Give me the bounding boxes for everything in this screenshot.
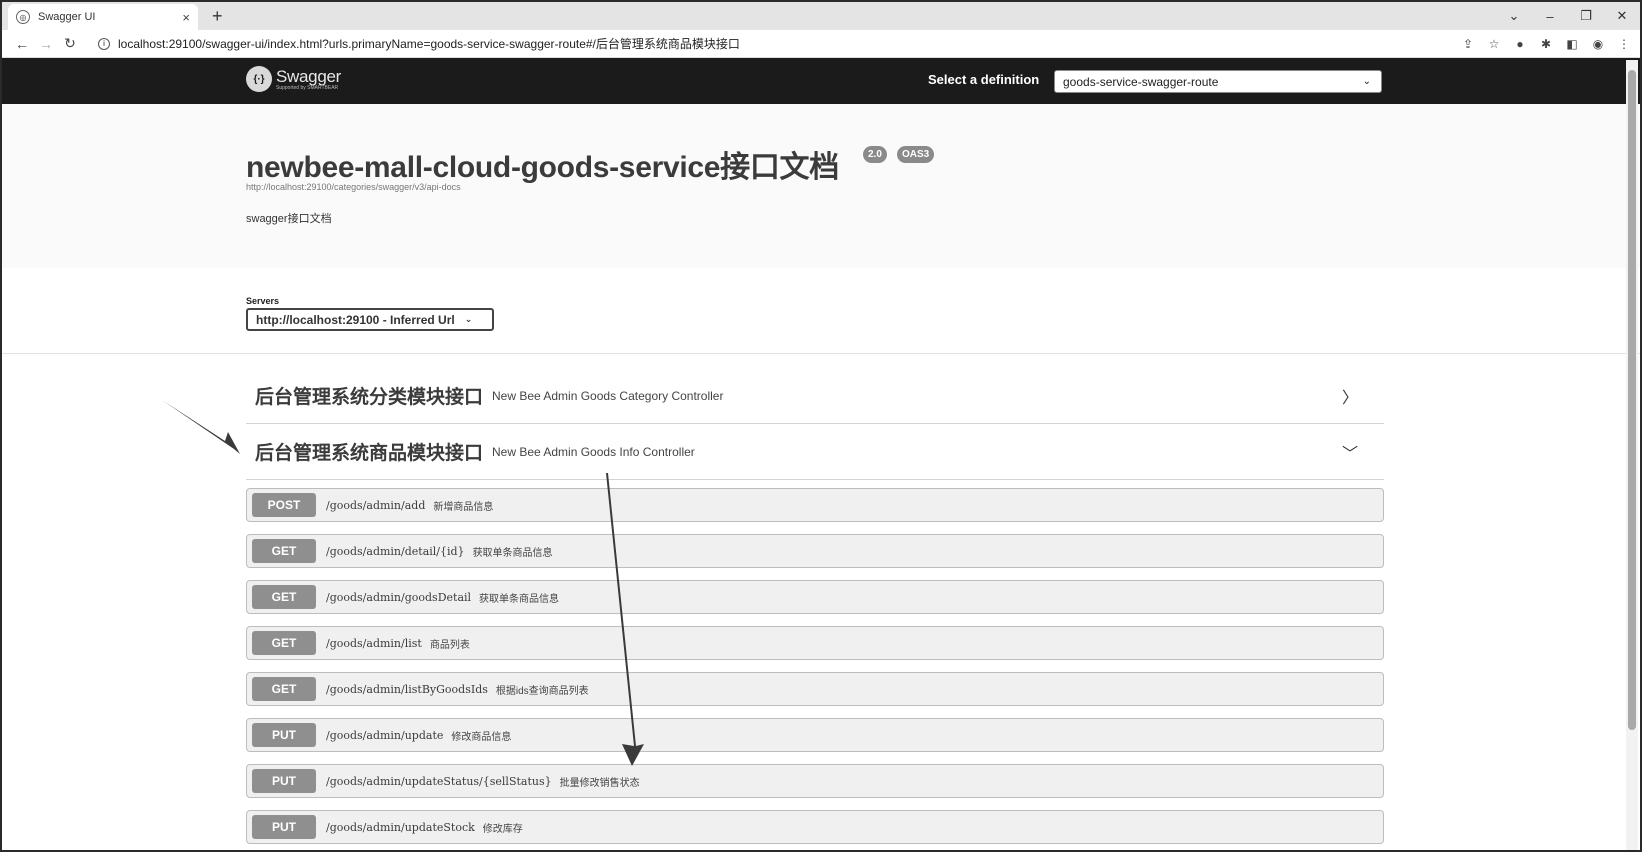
operation-row[interactable]: GET /goods/admin/goodsDetail 获取单条商品信息 xyxy=(246,580,1384,614)
operation-row[interactable]: GET /goods/admin/list 商品列表 xyxy=(246,626,1384,660)
method-badge: GET xyxy=(252,677,316,701)
operation-summary: 商品列表 xyxy=(429,639,470,651)
method-badge: PUT xyxy=(252,723,316,747)
operation-path: /goods/admin/goodsDetail xyxy=(326,590,472,604)
browser-toolbar: ← → ↻ i localhost:29100/swagger-ui/index… xyxy=(2,30,1640,58)
chevron-down-icon: ⌄ xyxy=(1362,76,1371,87)
definition-select-value: goods-service-swagger-route xyxy=(1063,74,1219,89)
tag-name: 后台管理系统分类模块接口 xyxy=(255,387,484,408)
window-controls: ⌄ – ❐ ✕ xyxy=(1496,2,1640,30)
tab-strip: ◎ Swagger UI × + ⌄ – ❐ ✕ xyxy=(2,2,1640,30)
chevron-down-icon[interactable]: ﹀ xyxy=(1342,440,1358,464)
operation-summary: 获取单条商品信息 xyxy=(479,593,560,605)
new-tab-button[interactable]: + xyxy=(212,6,223,27)
operation-summary: 获取单条商品信息 xyxy=(472,547,553,559)
version-badge: 2.0 xyxy=(863,146,887,163)
sidepanel-icon[interactable]: ◧ xyxy=(1564,37,1580,51)
swagger-logo-icon: {·} xyxy=(246,66,272,92)
operation-path: /goods/admin/listByGoodsIds xyxy=(326,682,488,696)
close-window-icon[interactable]: ✕ xyxy=(1604,2,1640,30)
definition-select[interactable]: goods-service-swagger-route ⌄ xyxy=(1054,70,1382,93)
method-badge: GET xyxy=(252,539,316,563)
tag-name: 后台管理系统商品模块接口 xyxy=(255,443,484,464)
operation-row[interactable]: GET /goods/admin/detail/{id} 获取单条商品信息 xyxy=(246,534,1384,568)
api-title: newbee-mall-cloud-goods-service接口文档 xyxy=(246,151,839,184)
operation-row[interactable]: PUT /goods/admin/updateStatus/{sellStatu… xyxy=(246,764,1384,798)
address-bar[interactable]: i localhost:29100/swagger-ui/index.html?… xyxy=(90,33,1452,55)
site-info-icon[interactable]: i xyxy=(98,37,110,50)
swagger-logo[interactable]: {·} Swagger Supported by SMARTBEAR xyxy=(246,66,341,92)
servers-select[interactable]: http://localhost:29100 - Inferred Url ⌄ xyxy=(246,308,494,331)
oas-badge: OAS3 xyxy=(897,146,935,163)
api-description: swagger接口文档 xyxy=(246,213,332,225)
operation-path: /goods/admin/updateStock xyxy=(326,820,475,834)
operation-path: /goods/admin/update xyxy=(326,728,444,742)
api-docs-link[interactable]: http://localhost:29100/categories/swagge… xyxy=(246,182,461,192)
operation-row[interactable]: GET /goods/admin/listByGoodsIds 根据ids查询商… xyxy=(246,672,1384,706)
operation-summary: 修改商品信息 xyxy=(451,731,512,743)
logo-text: Swagger xyxy=(276,67,341,86)
toolbar-icons: ⇪ ☆ ● ✱ ◧ ◉ ⋮ xyxy=(1460,37,1632,51)
operation-row[interactable]: POST /goods/admin/add 新增商品信息 xyxy=(246,488,1384,522)
servers-section: Servers http://localhost:29100 - Inferre… xyxy=(2,268,1640,354)
method-badge: GET xyxy=(252,631,316,655)
scrollbar-thumb[interactable] xyxy=(1628,70,1636,730)
tab-search-icon[interactable]: ⌄ xyxy=(1496,2,1532,30)
tag-description: New Bee Admin Goods Info Controller xyxy=(492,444,695,459)
operation-path: /goods/admin/updateStatus/{sellStatus} xyxy=(326,774,552,788)
globe-icon: ◎ xyxy=(16,10,30,24)
method-badge: PUT xyxy=(252,769,316,793)
share-icon[interactable]: ⇪ xyxy=(1460,37,1476,51)
tab-close-icon[interactable]: × xyxy=(182,10,190,25)
operation-summary: 根据ids查询商品列表 xyxy=(495,685,589,697)
swagger-topbar: {·} Swagger Supported by SMARTBEAR Selec… xyxy=(2,58,1640,104)
method-badge: POST xyxy=(252,493,316,517)
select-definition-label: Select a definition xyxy=(928,72,1040,87)
method-badge: PUT xyxy=(252,815,316,839)
chevron-right-icon[interactable]: 〉 xyxy=(1342,384,1358,408)
operation-path: /goods/admin/list xyxy=(326,636,422,650)
forward-icon[interactable]: → xyxy=(34,36,58,52)
extension-icon[interactable]: ● xyxy=(1512,37,1528,51)
operation-row[interactable]: PUT /goods/admin/update 修改商品信息 xyxy=(246,718,1384,752)
api-info: newbee-mall-cloud-goods-service接口文档 2.0 … xyxy=(2,104,1640,268)
browser-window: ◎ Swagger UI × + ⌄ – ❐ ✕ ← → ↻ i localho… xyxy=(0,0,1642,852)
tag-category-controller[interactable]: 后台管理系统分类模块接口 New Bee Admin Goods Categor… xyxy=(246,368,1384,424)
servers-select-value: http://localhost:29100 - Inferred Url xyxy=(256,312,455,327)
reload-icon[interactable]: ↻ xyxy=(58,35,82,52)
minimize-icon[interactable]: – xyxy=(1532,2,1568,30)
back-icon[interactable]: ← xyxy=(10,36,34,52)
operation-summary: 修改库存 xyxy=(482,823,523,835)
address-text: localhost:29100/swagger-ui/index.html?ur… xyxy=(118,37,740,51)
operation-path: /goods/admin/detail/{id} xyxy=(326,544,465,558)
operation-summary: 新增商品信息 xyxy=(433,501,494,513)
method-badge: GET xyxy=(252,585,316,609)
page-scrollbar[interactable] xyxy=(1626,60,1638,850)
tab-swagger-ui[interactable]: ◎ Swagger UI × xyxy=(8,4,198,30)
puzzle-icon[interactable]: ✱ xyxy=(1538,37,1554,51)
operations-container: 后台管理系统分类模块接口 New Bee Admin Goods Categor… xyxy=(2,354,1640,850)
restore-icon[interactable]: ❐ xyxy=(1568,2,1604,30)
operation-row[interactable]: PUT /goods/admin/updateStock 修改库存 xyxy=(246,810,1384,844)
operation-path: /goods/admin/add xyxy=(326,498,426,512)
logo-subtext: Supported by SMARTBEAR xyxy=(276,85,339,91)
tab-title: Swagger UI xyxy=(38,11,96,23)
operation-summary: 批量修改销售状态 xyxy=(559,777,640,789)
profile-icon[interactable]: ◉ xyxy=(1590,37,1606,51)
tag-goods-info-controller[interactable]: 后台管理系统商品模块接口 New Bee Admin Goods Info Co… xyxy=(246,424,1384,480)
bookmark-star-icon[interactable]: ☆ xyxy=(1486,37,1502,51)
tag-description: New Bee Admin Goods Category Controller xyxy=(492,388,724,403)
servers-label: Servers xyxy=(246,296,280,306)
chevron-down-icon: ⌄ xyxy=(464,314,473,324)
menu-dots-icon[interactable]: ⋮ xyxy=(1616,37,1632,51)
